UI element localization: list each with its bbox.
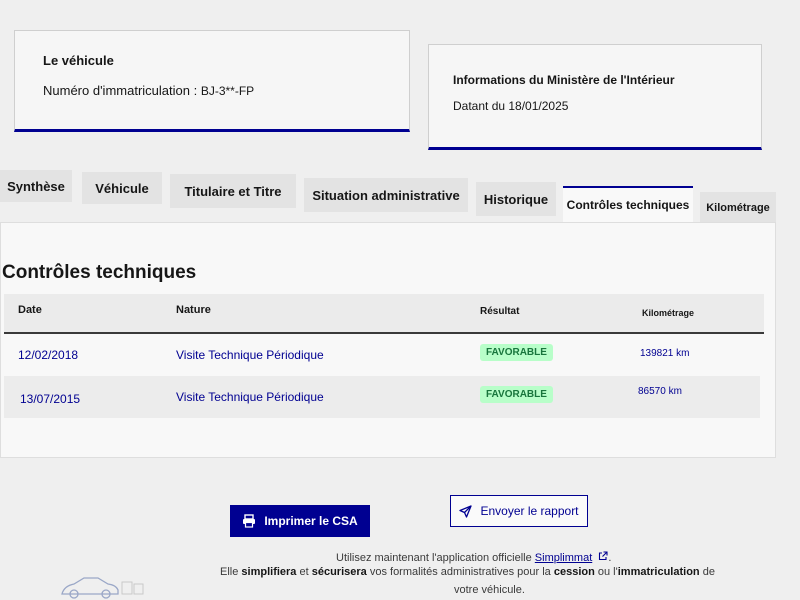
- table-row: 12/02/2018 Visite Technique Périodique F…: [4, 334, 760, 376]
- send-report-label: Envoyer le rapport: [480, 504, 579, 518]
- result-badge: FAVORABLE: [480, 344, 553, 361]
- footer-text: Utilisez maintenant l'application offici…: [336, 552, 532, 564]
- tab-historique[interactable]: Historique: [476, 182, 556, 216]
- ministry-card: Informations du Ministère de l'Intérieur…: [428, 44, 762, 150]
- row-kilometrage: 86570 km: [638, 386, 682, 397]
- footer-text: Elle: [220, 566, 242, 578]
- footer-text: et: [296, 566, 312, 578]
- footer-line-3: votre véhicule.: [454, 584, 525, 596]
- footer-strong: simplifiera: [241, 566, 297, 578]
- table-row: 13/07/2015 Visite Technique Périodique F…: [4, 376, 760, 418]
- column-resultat: Résultat: [480, 306, 520, 317]
- footer-strong: cession: [553, 566, 595, 578]
- plate-value: BJ-3**-FP: [200, 84, 255, 98]
- row-date[interactable]: 13/07/2015: [20, 392, 80, 406]
- footer-text: vos formalités administratives pour la: [366, 566, 554, 578]
- tab-controles-techniques[interactable]: Contrôles techniques: [563, 186, 693, 222]
- vehicle-card: Le véhicule Numéro d'immatriculation : B…: [14, 30, 410, 132]
- print-csa-label: Imprimer le CSA: [264, 514, 358, 528]
- result-badge: FAVORABLE: [480, 386, 553, 403]
- column-nature: Nature: [176, 304, 211, 316]
- column-date: Date: [18, 304, 42, 316]
- ministry-date: Datant du 18/01/2025: [453, 99, 569, 113]
- car-icon: [61, 577, 144, 599]
- footer-strong: immatriculation: [617, 566, 700, 578]
- plate-number: Numéro d'immatriculation : BJ-3**-FP: [43, 83, 254, 98]
- row-nature[interactable]: Visite Technique Périodique: [176, 390, 324, 404]
- ministry-card-title: Informations du Ministère de l'Intérieur: [453, 73, 675, 87]
- section-title: Contrôles techniques: [2, 262, 197, 283]
- row-date[interactable]: 12/02/2018: [18, 348, 78, 362]
- printer-icon: [243, 514, 256, 528]
- tab-vehicule[interactable]: Véhicule: [82, 172, 162, 204]
- column-kilometrage: Kilométrage: [642, 308, 695, 318]
- table-header: Date Nature Résultat Kilométrage: [4, 294, 764, 334]
- tab-synthese[interactable]: Synthèse: [0, 170, 72, 202]
- footer-strong: sécurisera: [311, 566, 367, 578]
- tab-situation-administrative[interactable]: Situation administrative: [304, 178, 468, 212]
- plate-label: Numéro d'immatriculation :: [43, 83, 198, 98]
- simplimmat-link[interactable]: Simplimmat: [535, 552, 592, 564]
- vehicle-card-title: Le véhicule: [43, 53, 114, 68]
- tab-titulaire[interactable]: Titulaire et Titre: [170, 174, 296, 208]
- footer-line-2: Elle simplifiera et sécurisera vos forma…: [220, 566, 715, 578]
- row-kilometrage: 139821 km: [640, 348, 690, 359]
- row-nature[interactable]: Visite Technique Périodique: [176, 348, 324, 362]
- footer-text: ou l': [594, 566, 618, 578]
- external-link-icon: [599, 551, 608, 561]
- footer-text: de: [699, 566, 715, 578]
- footer-line-1: Utilisez maintenant l'application offici…: [336, 551, 611, 564]
- send-report-button[interactable]: Envoyer le rapport: [450, 495, 588, 527]
- paper-plane-icon: [459, 504, 473, 518]
- print-csa-button[interactable]: Imprimer le CSA: [230, 505, 370, 537]
- footer-period: .: [608, 552, 612, 564]
- tab-kilometrage[interactable]: Kilométrage: [700, 192, 776, 224]
